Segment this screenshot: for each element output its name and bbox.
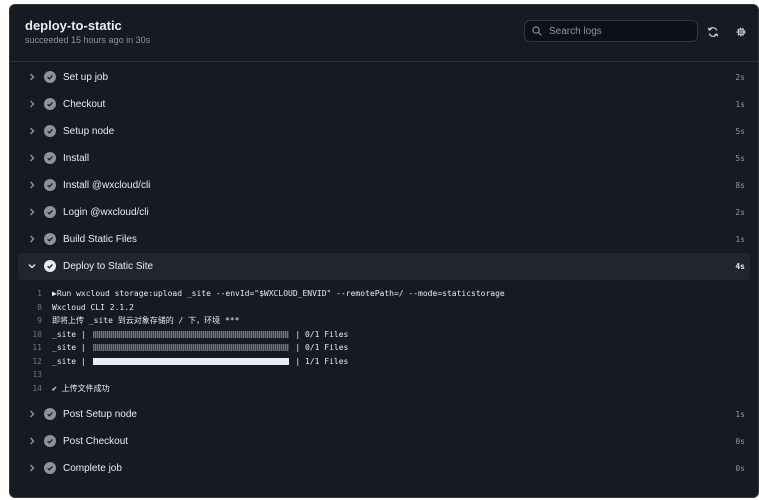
- step-name: Install: [63, 153, 90, 164]
- step-post-setup-node[interactable]: Post Setup node 1s: [10, 401, 758, 428]
- progress-bar: [92, 357, 289, 365]
- log-line: 10 _site | | 0/1 Files: [10, 328, 758, 342]
- chevron-right-icon: [30, 154, 35, 162]
- step-duration: 5s: [735, 127, 745, 136]
- step-name: Set up job: [63, 72, 109, 83]
- refresh-icon: [707, 27, 719, 37]
- chevron-right-icon: [30, 100, 35, 108]
- check-circle-icon: [44, 98, 56, 110]
- step-duration: 1s: [735, 235, 745, 244]
- step-duration: 2s: [735, 208, 745, 217]
- step-checkout[interactable]: Checkout 1s: [10, 91, 758, 118]
- refresh-button[interactable]: [705, 24, 721, 40]
- step-duration: 8s: [735, 181, 745, 190]
- log-text: ▶Run wxcloud storage:upload _site --envI…: [52, 289, 505, 299]
- line-number: 9: [37, 316, 42, 326]
- log-line: 8 Wxcloud CLI 2.1.2: [10, 301, 758, 315]
- gear-icon: [736, 27, 746, 37]
- line-number: 1: [37, 289, 42, 299]
- chevron-right-icon: [30, 73, 35, 81]
- progress-bar: [92, 330, 289, 338]
- job-title: deploy-to-static: [25, 18, 122, 33]
- check-circle-icon: [44, 71, 56, 83]
- chevron-right-icon: [30, 410, 35, 418]
- check-circle-icon: [44, 152, 56, 164]
- step-setup-node[interactable]: Setup node 5s: [10, 118, 758, 145]
- log-text: 即将上传 _site 到云对象存储的 / 下，环境 ***: [52, 316, 240, 326]
- step-duration: 0s: [735, 437, 745, 446]
- chevron-right-icon: [30, 437, 35, 445]
- step-duration: 1s: [735, 410, 745, 419]
- step-name: Checkout: [63, 99, 106, 110]
- line-number: 8: [37, 302, 42, 312]
- step-post-checkout[interactable]: Post Checkout 0s: [10, 428, 758, 455]
- step-build-static-files[interactable]: Build Static Files 1s: [10, 226, 758, 253]
- log-line: 9 即将上传 _site 到云对象存储的 / 下，环境 ***: [10, 314, 758, 328]
- step-name: Setup node: [63, 126, 115, 137]
- step-log-output: 1 ▶Run wxcloud storage:upload _site --env…: [10, 280, 758, 401]
- step-duration: 0s: [735, 464, 745, 473]
- step-name: Install @wxcloud/cli: [63, 180, 151, 191]
- step-name: Login @wxcloud/cli: [63, 207, 149, 218]
- line-number: 13: [32, 370, 42, 380]
- job-header: deploy-to-static succeeded 15 hours ago …: [10, 5, 758, 62]
- steps-list: Set up job 2s Checkout 1s Setup node 5s Instal…: [10, 64, 758, 482]
- check-circle-icon: [44, 435, 56, 447]
- step-duration: 1s: [735, 100, 745, 109]
- log-text: | 0/1 Files: [290, 329, 349, 339]
- log-line: 11 _site | | 0/1 Files: [10, 341, 758, 355]
- check-circle-icon: [44, 260, 56, 272]
- chevron-right-icon: [30, 127, 35, 135]
- log-text: _site |: [52, 329, 91, 339]
- log-text: | 1/1 Files: [290, 356, 349, 366]
- step-install[interactable]: Install 5s: [10, 145, 758, 172]
- check-circle-icon: [44, 125, 56, 137]
- check-circle-icon: [44, 206, 56, 218]
- log-text: Wxcloud CLI 2.1.2: [52, 302, 134, 312]
- line-number: 11: [32, 343, 42, 353]
- step-name: Build Static Files: [63, 234, 137, 245]
- step-install-wxcloud-cli[interactable]: Install @wxcloud/cli 8s: [10, 172, 758, 199]
- line-number: 14: [32, 383, 42, 393]
- step-set-up-job[interactable]: Set up job 2s: [10, 64, 758, 91]
- step-duration: 2s: [735, 73, 745, 82]
- job-log-panel: deploy-to-static succeeded 15 hours ago …: [9, 4, 759, 498]
- step-name: Complete job: [63, 463, 122, 474]
- job-status-subtitle: succeeded 15 hours ago in 30s: [25, 35, 151, 45]
- chevron-right-icon: [30, 464, 35, 472]
- step-duration: 5s: [735, 154, 745, 163]
- step-deploy-to-static-site[interactable]: Deploy to Static Site 4s: [18, 253, 750, 280]
- step-name: Post Checkout: [63, 436, 129, 447]
- log-line: 12 _site | | 1/1 Files: [10, 355, 758, 369]
- check-circle-icon: [44, 233, 56, 245]
- line-number: 10: [32, 329, 42, 339]
- step-duration: 4s: [735, 262, 745, 271]
- log-text: _site |: [52, 356, 91, 366]
- step-name: Deploy to Static Site: [63, 261, 154, 272]
- line-number: 12: [32, 356, 42, 366]
- chevron-right-icon: [30, 235, 35, 243]
- step-complete-job[interactable]: Complete job 0s: [10, 455, 758, 482]
- log-text: _site |: [52, 343, 91, 353]
- settings-button[interactable]: [733, 24, 749, 40]
- search-icon: [532, 26, 542, 36]
- log-line: 1 ▶Run wxcloud storage:upload _site --env…: [10, 287, 758, 301]
- log-line: 13: [10, 368, 758, 382]
- step-name: Post Setup node: [63, 409, 137, 420]
- search-logs-box[interactable]: [524, 20, 698, 42]
- search-logs-input[interactable]: [547, 24, 691, 38]
- log-text: ✔ 上传文件成功: [52, 383, 110, 393]
- chevron-right-icon: [30, 181, 35, 189]
- step-login-wxcloud-cli[interactable]: Login @wxcloud/cli 2s: [10, 199, 758, 226]
- check-circle-icon: [44, 408, 56, 420]
- check-circle-icon: [44, 462, 56, 474]
- chevron-down-icon: [28, 264, 36, 269]
- chevron-right-icon: [30, 208, 35, 216]
- progress-bar: [92, 344, 289, 352]
- log-line: 14 ✔ 上传文件成功: [10, 382, 758, 396]
- log-text: | 0/1 Files: [290, 343, 349, 353]
- check-circle-icon: [44, 179, 56, 191]
